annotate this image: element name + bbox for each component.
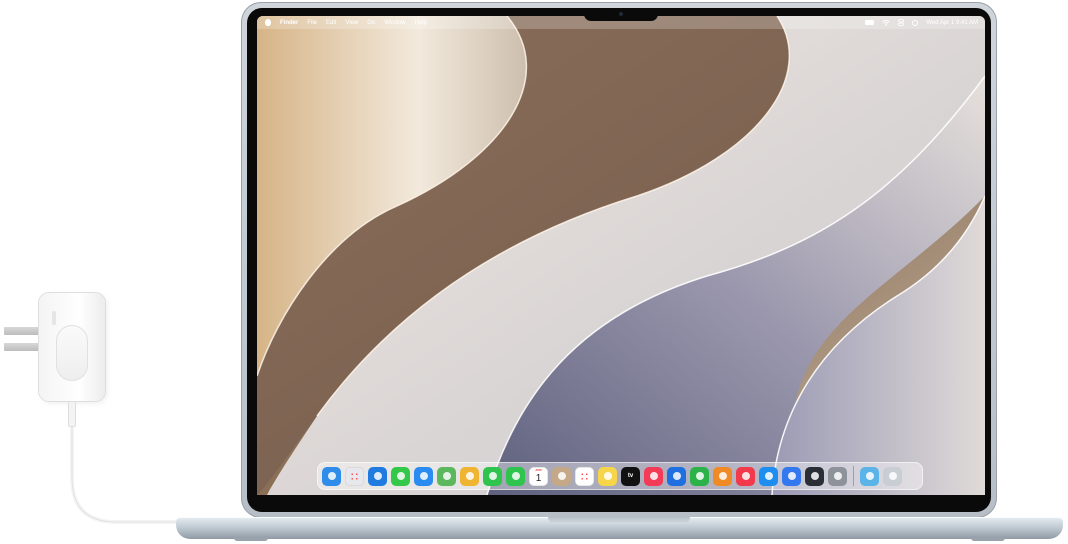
messages-icon[interactable] <box>391 466 410 486</box>
menu-file[interactable]: File <box>307 20 317 26</box>
iphone-mirroring-icon[interactable] <box>782 466 801 486</box>
folder-icon[interactable] <box>860 466 879 486</box>
dock-separator <box>853 466 854 486</box>
battery-icon[interactable] <box>865 20 875 25</box>
app-store-icon[interactable] <box>759 466 778 486</box>
maps-icon[interactable] <box>437 466 456 486</box>
screen-bezel: Finder File Edit View Go Window Help Wed… <box>247 8 991 512</box>
facetime-icon[interactable] <box>483 466 502 486</box>
contacts-icon[interactable] <box>552 466 571 486</box>
phone-icon[interactable] <box>506 466 525 486</box>
keynote-icon[interactable] <box>667 466 686 486</box>
menu-view[interactable]: View <box>345 20 358 26</box>
siri-icon[interactable] <box>912 19 919 26</box>
tv-label: tv <box>627 473 634 479</box>
laptop-foot-right <box>971 538 1005 541</box>
adapter-body <box>39 293 105 401</box>
adapter-indent <box>56 325 88 381</box>
menu-help[interactable]: Help <box>415 20 427 26</box>
pages-icon[interactable] <box>713 466 732 486</box>
adapter-slot <box>52 311 56 325</box>
photos-icon[interactable] <box>460 466 479 486</box>
calendar-day: 1 <box>535 472 542 484</box>
camera-icon <box>619 12 623 16</box>
control-center-icon[interactable] <box>898 19 905 26</box>
screen: Finder File Edit View Go Window Help Wed… <box>257 16 985 495</box>
laptop-lid: Finder File Edit View Go Window Help Wed… <box>241 2 997 518</box>
camera-notch <box>584 8 658 21</box>
calendar-icon[interactable]: APR 1 <box>529 466 548 486</box>
finder-icon[interactable] <box>322 466 341 486</box>
reminders-icon[interactable] <box>575 466 594 486</box>
dock: APR 1 tv <box>317 462 923 490</box>
menu-app-name[interactable]: Finder <box>280 20 298 26</box>
laptop-foot-left <box>234 538 268 541</box>
trash-icon[interactable] <box>883 466 902 486</box>
notes-icon[interactable] <box>598 466 617 486</box>
music-icon[interactable] <box>644 466 663 486</box>
menu-window[interactable]: Window <box>384 20 405 26</box>
cable-connector <box>68 401 76 427</box>
menu-edit[interactable]: Edit <box>326 20 336 26</box>
lid-opening-notch <box>548 517 690 524</box>
tv-icon[interactable]: tv <box>621 466 640 486</box>
macos-installer-icon[interactable] <box>805 466 824 486</box>
mail-icon[interactable] <box>414 466 433 486</box>
menu-clock[interactable]: Wed Apr 1 9:41 AM <box>926 20 978 26</box>
wifi-icon[interactable] <box>882 19 891 26</box>
menu-go[interactable]: Go <box>367 20 375 26</box>
safari-icon[interactable] <box>368 466 387 486</box>
calendar-month: APR <box>535 467 542 472</box>
adapter-prong-bottom <box>4 343 40 351</box>
apple-icon[interactable] <box>265 19 271 26</box>
adapter-prong-top <box>4 327 40 335</box>
games-icon[interactable] <box>736 466 755 486</box>
launchpad-icon[interactable] <box>345 466 364 486</box>
system-settings-icon[interactable] <box>828 466 847 486</box>
desktop-wallpaper <box>257 16 985 495</box>
laptop-base <box>176 517 1063 541</box>
numbers-icon[interactable] <box>690 466 709 486</box>
